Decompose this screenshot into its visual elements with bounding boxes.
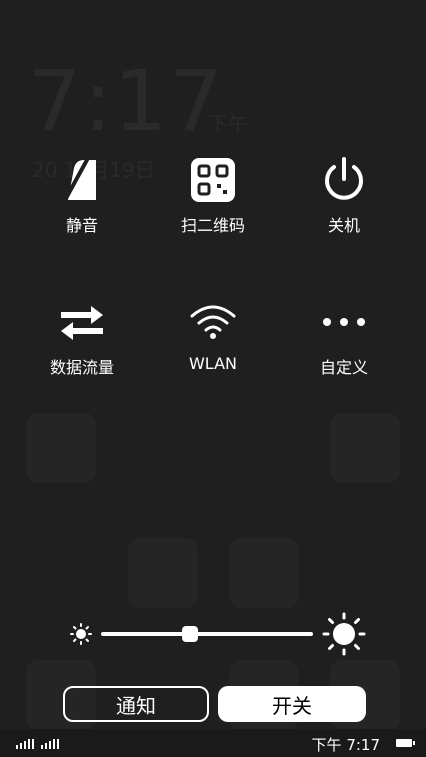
status-time: 下午 7:17 — [311, 736, 380, 754]
background-ampm: 下午 — [208, 112, 248, 136]
scan-qr-toggle[interactable]: 扫二维码 — [153, 150, 273, 236]
power-off-label: 关机 — [327, 216, 360, 235]
background-app — [128, 538, 198, 608]
background-app — [26, 413, 96, 483]
notifications-tab[interactable]: 通知 — [63, 686, 209, 722]
switches-tab[interactable]: 开关 — [218, 686, 366, 722]
qr-code-icon — [183, 150, 243, 210]
silent-label: 静音 — [65, 216, 98, 235]
background-clock: 7:17 — [28, 52, 225, 150]
custom-label: 自定义 — [319, 358, 368, 377]
brightness-slider-track[interactable] — [101, 632, 313, 636]
mobile-data-label: 数据流量 — [49, 358, 114, 377]
background-app — [229, 538, 299, 608]
signal-icon — [16, 739, 34, 749]
wifi-icon — [183, 292, 243, 352]
power-icon — [314, 150, 374, 210]
battery-icon — [396, 739, 415, 747]
custom-button[interactable]: 自定义 — [284, 292, 404, 378]
status-bar: 下午 7:17 — [0, 729, 426, 757]
mobile-data-toggle[interactable]: 数据流量 — [22, 292, 142, 378]
wlan-label: WLAN — [188, 354, 237, 373]
swap-arrows-icon — [52, 292, 112, 352]
background-app — [330, 413, 400, 483]
sun-small-icon — [70, 623, 92, 649]
bell-slash-icon — [52, 150, 112, 210]
scan-qr-label: 扫二维码 — [180, 216, 245, 235]
sun-large-icon — [322, 612, 366, 660]
brightness-slider-thumb[interactable] — [182, 626, 199, 642]
silent-toggle[interactable]: 静音 — [22, 150, 142, 236]
signal-icon — [41, 739, 59, 749]
more-dots-icon — [314, 292, 374, 352]
wlan-toggle[interactable]: WLAN — [153, 292, 273, 373]
power-off-button[interactable]: 关机 — [284, 150, 404, 236]
